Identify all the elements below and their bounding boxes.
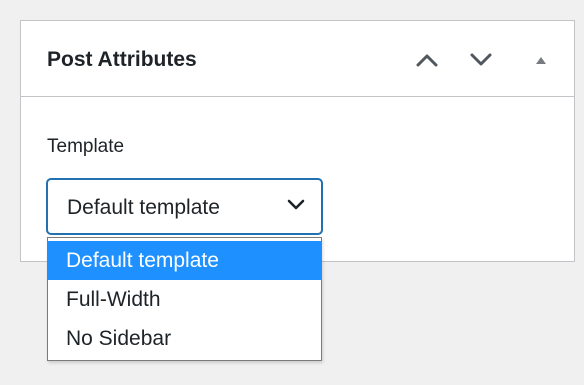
chevron-up-icon — [415, 52, 439, 68]
dropdown-option-full-width[interactable]: Full-Width — [48, 280, 321, 319]
triangle-up-icon — [534, 55, 548, 65]
template-dropdown-list: Default template Full-Width No Sidebar — [47, 237, 322, 361]
template-select[interactable]: Default template — [46, 178, 323, 235]
panel-header: Post Attributes — [21, 21, 574, 97]
template-label: Template — [47, 136, 125, 157]
template-select-value: Default template — [67, 196, 220, 219]
post-attributes-panel: Post Attributes Template Default templat… — [20, 20, 575, 262]
toggle-panel-button[interactable] — [524, 43, 558, 77]
move-up-button[interactable] — [410, 43, 444, 77]
panel-title: Post Attributes — [47, 48, 197, 71]
chevron-down-icon — [469, 52, 493, 68]
move-down-button[interactable] — [464, 43, 498, 77]
dropdown-option-default-template[interactable]: Default template — [48, 241, 321, 280]
dropdown-option-no-sidebar[interactable]: No Sidebar — [48, 319, 321, 358]
chevron-down-icon — [286, 198, 306, 217]
